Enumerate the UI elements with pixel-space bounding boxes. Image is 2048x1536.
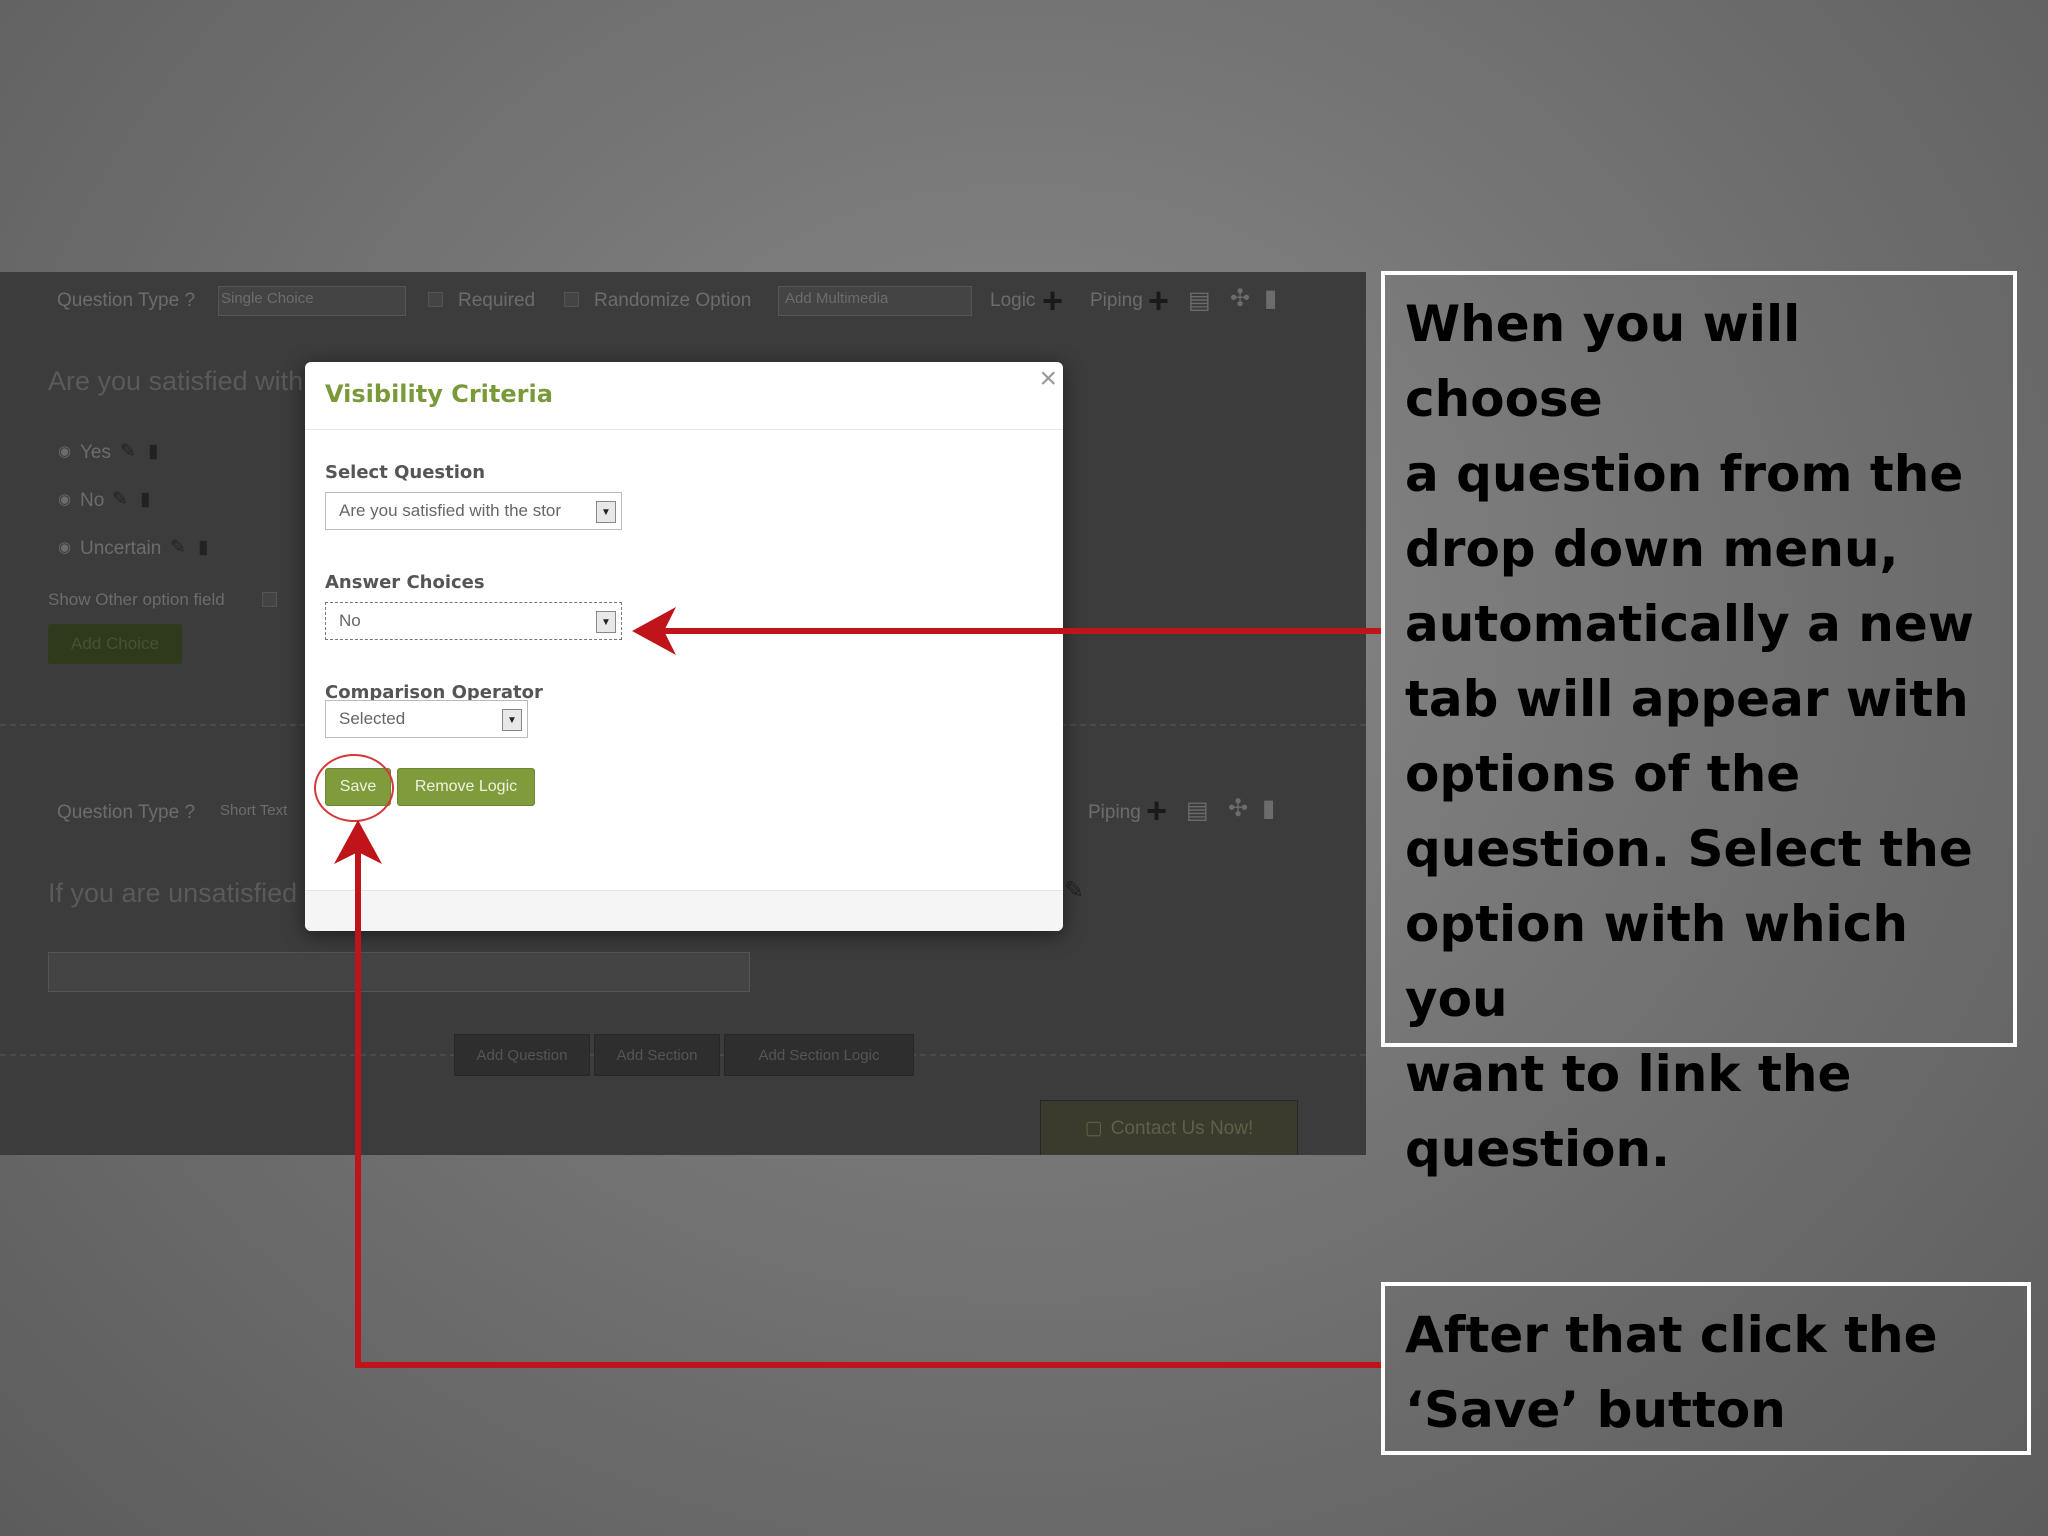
callout-line: question. Select the — [1405, 820, 1973, 878]
callout-line: options of the — [1405, 745, 1801, 803]
instruction-callout-top: When you will choose a question from the… — [1381, 271, 2017, 1178]
callout-line: When you will choose — [1405, 295, 1801, 428]
callout-line: automatically a new — [1405, 595, 1974, 653]
callout-line: ‘Save’ button — [1405, 1381, 1786, 1439]
callout-line: option with which you — [1405, 895, 1908, 1028]
arrow-to-save-button — [334, 820, 1383, 1368]
arrow-line — [355, 848, 1383, 1368]
callout-line: a question from the — [1405, 445, 1964, 503]
callout-line: tab will appear with — [1405, 670, 1969, 728]
callout-line: drop down menu, — [1405, 520, 1899, 578]
arrow-to-answer-choices — [632, 607, 1383, 655]
callout-line: want to link the — [1405, 1045, 1852, 1103]
callout-line: After that click the — [1405, 1306, 1938, 1364]
callout-line: question. — [1405, 1120, 1671, 1178]
instruction-callout-bottom: After that click the ‘Save’ button — [1381, 1282, 2031, 1455]
